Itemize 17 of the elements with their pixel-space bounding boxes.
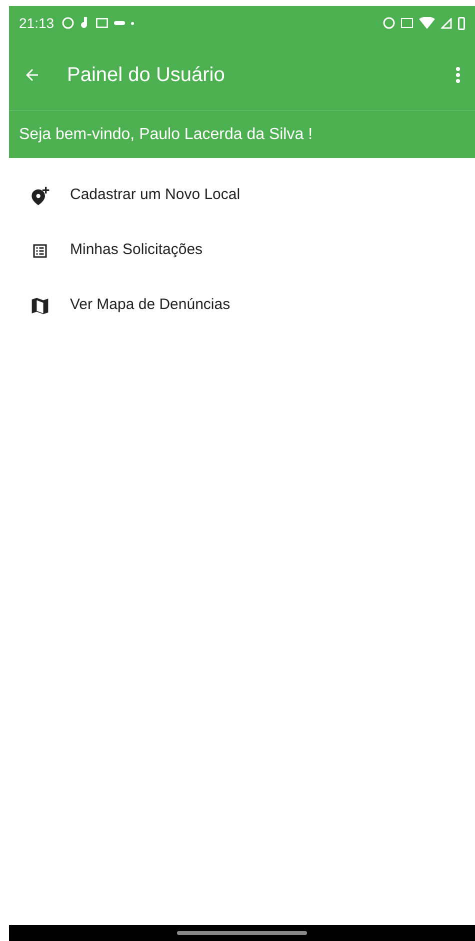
menu-item[interactable]: Cadastrar um Novo Local: [9, 168, 475, 223]
signal-icon: [441, 18, 452, 28]
welcome-message: Seja bem-vindo, Paulo Lacerda da Silva !: [19, 124, 313, 144]
screen-title: Painel do Usuário: [67, 63, 225, 88]
list-icon: [31, 242, 49, 260]
dot-icon: [131, 22, 134, 24]
circle-icon: [62, 17, 74, 29]
more-options-icon[interactable]: [455, 66, 461, 84]
map-icon: [30, 296, 50, 314]
wifi-icon: [419, 17, 435, 29]
battery-icon: [458, 16, 465, 30]
menu-item[interactable]: Minhas Solicitações: [9, 223, 475, 278]
map-pin-plus-icon: [30, 186, 50, 206]
pill-icon: [114, 21, 126, 25]
clock-time: 21:13: [19, 14, 54, 32]
menu-item[interactable]: Ver Mapa de Denúncias: [9, 278, 475, 333]
home-handle[interactable]: [177, 931, 307, 935]
